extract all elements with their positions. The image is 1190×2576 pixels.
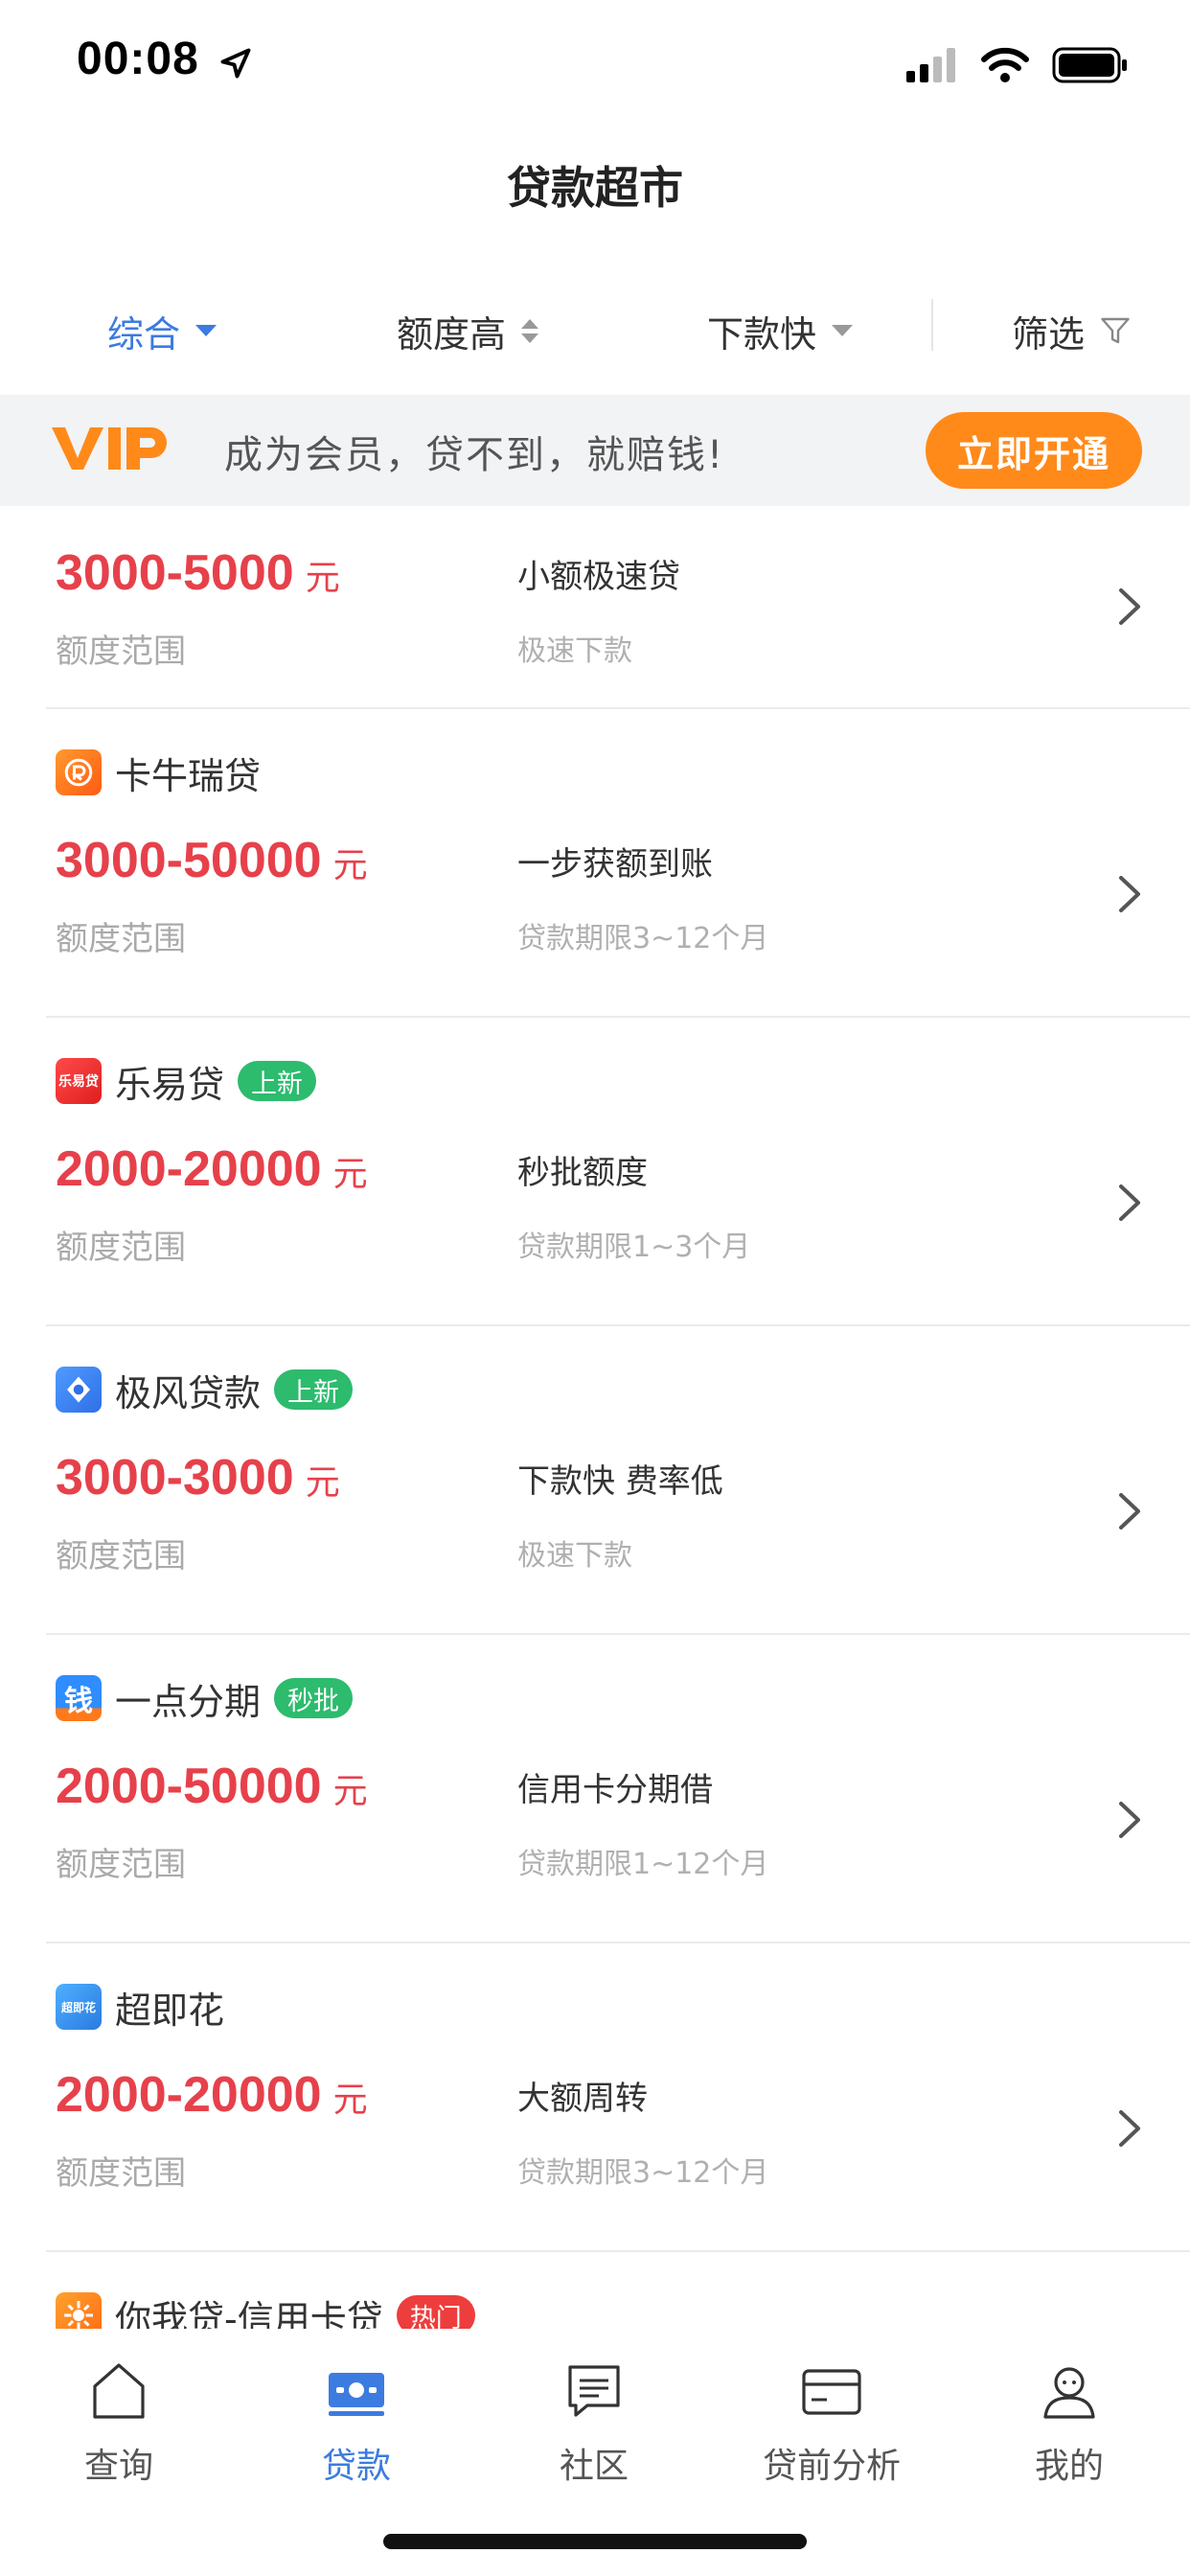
funnel-icon bbox=[1101, 317, 1130, 344]
amount-label: 额度范围 bbox=[56, 1229, 186, 1267]
loan-title: 下款快 费率低 bbox=[517, 1462, 723, 1501]
chevron-right-icon bbox=[1119, 1802, 1140, 1838]
tab-label: 社区 bbox=[559, 2447, 629, 2486]
loan-amount: 3000-3000 元 bbox=[56, 1450, 340, 1506]
amount-label: 额度范围 bbox=[56, 632, 186, 671]
loan-item[interactable]: 钱 一点分期 秒批 2000-50000 元 额度范围 信用卡分期借 贷款期限1~… bbox=[0, 1635, 1190, 1944]
filter-divider bbox=[931, 299, 933, 351]
tab-label: 查询 bbox=[83, 2447, 153, 2486]
tab-label: 贷前分析 bbox=[762, 2447, 901, 2486]
tab-query[interactable]: 查询 bbox=[23, 2358, 215, 2488]
loan-amount: 2000-20000 元 bbox=[56, 2067, 368, 2123]
location-arrow-icon bbox=[220, 48, 251, 79]
loan-amount: 2000-20000 元 bbox=[56, 1141, 368, 1197]
app-name: 乐易贷 bbox=[115, 1063, 225, 1106]
caret-down-icon bbox=[195, 325, 217, 336]
loan-title: 信用卡分期借 bbox=[517, 1771, 713, 1809]
home-icon bbox=[93, 2363, 145, 2419]
loan-item[interactable]: 极风贷款 上新 3000-3000 元 额度范围 下款快 费率低 极速下款 bbox=[0, 1326, 1190, 1635]
filter-label: 额度高 bbox=[397, 312, 507, 356]
app-name: 超即花 bbox=[115, 1989, 225, 2032]
loan-amount: 3000-50000 元 bbox=[56, 833, 368, 888]
page-title: 贷款超市 bbox=[507, 162, 683, 214]
loan-market-screen: 00:08 贷款超市 综合 额度高 下款快 筛选 成为会员，贷不到，就赔钱! 立… bbox=[0, 0, 1190, 2576]
amount-label: 额度范围 bbox=[56, 1537, 186, 1576]
loan-icon bbox=[329, 2373, 384, 2416]
filter-screen[interactable]: 筛选 bbox=[1012, 297, 1133, 364]
home-indicator bbox=[383, 2534, 807, 2549]
loan-subtitle: 贷款期限1~12个月 bbox=[517, 1848, 769, 1881]
kaniu-app-icon bbox=[56, 749, 102, 795]
loan-header: 极风贷款 上新 bbox=[56, 1365, 354, 1414]
tab-label: 贷款 bbox=[321, 2447, 391, 2486]
tab-mine[interactable]: 我的 bbox=[973, 2358, 1165, 2488]
yidian-app-icon: 钱 bbox=[56, 1675, 102, 1721]
filter-label: 综合 bbox=[107, 312, 181, 356]
instant-approval-tag: 秒批 bbox=[274, 1678, 354, 1718]
wifi-icon bbox=[981, 47, 1029, 82]
cellular-signal-icon bbox=[906, 48, 955, 82]
loan-item[interactable]: 乐易贷 乐易贷 上新 2000-20000 元 额度范围 秒批额度 贷款期限1~3… bbox=[0, 1018, 1190, 1326]
loan-amount: 3000-5000 元 bbox=[56, 545, 340, 601]
open-membership-button[interactable]: 立即开通 bbox=[926, 412, 1142, 489]
loan-subtitle: 极速下款 bbox=[517, 1539, 632, 1573]
app-name: 一点分期 bbox=[115, 1680, 262, 1723]
community-icon bbox=[568, 2365, 620, 2417]
filter-bar: 综合 额度高 下款快 筛选 bbox=[0, 278, 1190, 383]
caret-down-icon bbox=[832, 325, 854, 336]
tab-pre-loan-analysis[interactable]: 贷前分析 bbox=[736, 2358, 927, 2488]
tab-loan[interactable]: 贷款 bbox=[261, 2358, 452, 2488]
chaojihua-app-icon: 超即花 bbox=[56, 1984, 102, 2030]
amount-label: 额度范围 bbox=[56, 1846, 186, 1884]
leyidai-app-icon: 乐易贷 bbox=[56, 1058, 102, 1104]
filter-label: 筛选 bbox=[1012, 312, 1086, 356]
amount-label: 额度范围 bbox=[56, 2154, 186, 2193]
loan-title: 大额周转 bbox=[517, 2080, 648, 2118]
loan-header: 乐易贷 乐易贷 上新 bbox=[56, 1056, 317, 1106]
tab-community[interactable]: 社区 bbox=[498, 2358, 690, 2488]
status-time: 00:08 bbox=[77, 34, 199, 84]
card-analysis-icon bbox=[802, 2369, 861, 2415]
loan-item[interactable]: 超即花 超即花 2000-20000 元 额度范围 大额周转 贷款期限3~12个月 bbox=[0, 1944, 1190, 2252]
loan-amount: 2000-50000 元 bbox=[56, 1759, 368, 1814]
chevron-right-icon bbox=[1119, 2110, 1140, 2147]
filter-label: 下款快 bbox=[707, 312, 817, 356]
app-name: 极风贷款 bbox=[115, 1371, 262, 1414]
profile-icon bbox=[1043, 2367, 1095, 2419]
new-tag: 上新 bbox=[274, 1369, 354, 1410]
new-tag: 上新 bbox=[238, 1061, 317, 1101]
loan-subtitle: 贷款期限3~12个月 bbox=[517, 922, 769, 955]
sort-icon bbox=[521, 318, 539, 343]
chevron-right-icon bbox=[1119, 1184, 1140, 1221]
loan-header: 超即花 超即花 bbox=[56, 1982, 224, 2032]
loan-subtitle: 贷款期限1~3个月 bbox=[517, 1230, 751, 1264]
loan-title: 小额极速贷 bbox=[517, 558, 680, 596]
chevron-right-icon bbox=[1119, 588, 1140, 625]
loan-subtitle: 贷款期限3~12个月 bbox=[517, 2156, 769, 2190]
loan-header: 钱 一点分期 秒批 bbox=[56, 1673, 354, 1723]
amount-label: 额度范围 bbox=[56, 920, 186, 958]
status-bar: 00:08 bbox=[0, 0, 1190, 128]
loan-title: 秒批额度 bbox=[517, 1154, 648, 1192]
jifeng-app-icon bbox=[56, 1367, 102, 1413]
filter-comprehensive[interactable]: 综合 bbox=[107, 297, 217, 364]
vip-banner[interactable]: 成为会员，贷不到，就赔钱! 立即开通 bbox=[0, 395, 1190, 506]
app-name: 卡牛瑞贷 bbox=[115, 754, 262, 797]
filter-amount-high[interactable]: 额度高 bbox=[397, 297, 539, 364]
chevron-right-icon bbox=[1119, 876, 1140, 912]
tab-label: 我的 bbox=[1034, 2447, 1104, 2486]
loan-item[interactable]: 卡牛瑞贷 3000-50000 元 额度范围 一步获额到账 贷款期限3~12个月 bbox=[0, 709, 1190, 1018]
loan-header: 卡牛瑞贷 bbox=[56, 748, 261, 797]
loan-subtitle: 极速下款 bbox=[517, 634, 632, 668]
battery-icon bbox=[1052, 47, 1127, 83]
filter-fast-approval[interactable]: 下款快 bbox=[707, 297, 854, 364]
loan-item[interactable]: 3000-5000 元 额度范围 小额极速贷 极速下款 bbox=[0, 506, 1190, 709]
vip-promo-text: 成为会员，贷不到，就赔钱! bbox=[224, 433, 725, 477]
vip-logo bbox=[52, 427, 167, 470]
loan-title: 一步获额到账 bbox=[517, 845, 713, 884]
chevron-right-icon bbox=[1119, 1493, 1140, 1530]
